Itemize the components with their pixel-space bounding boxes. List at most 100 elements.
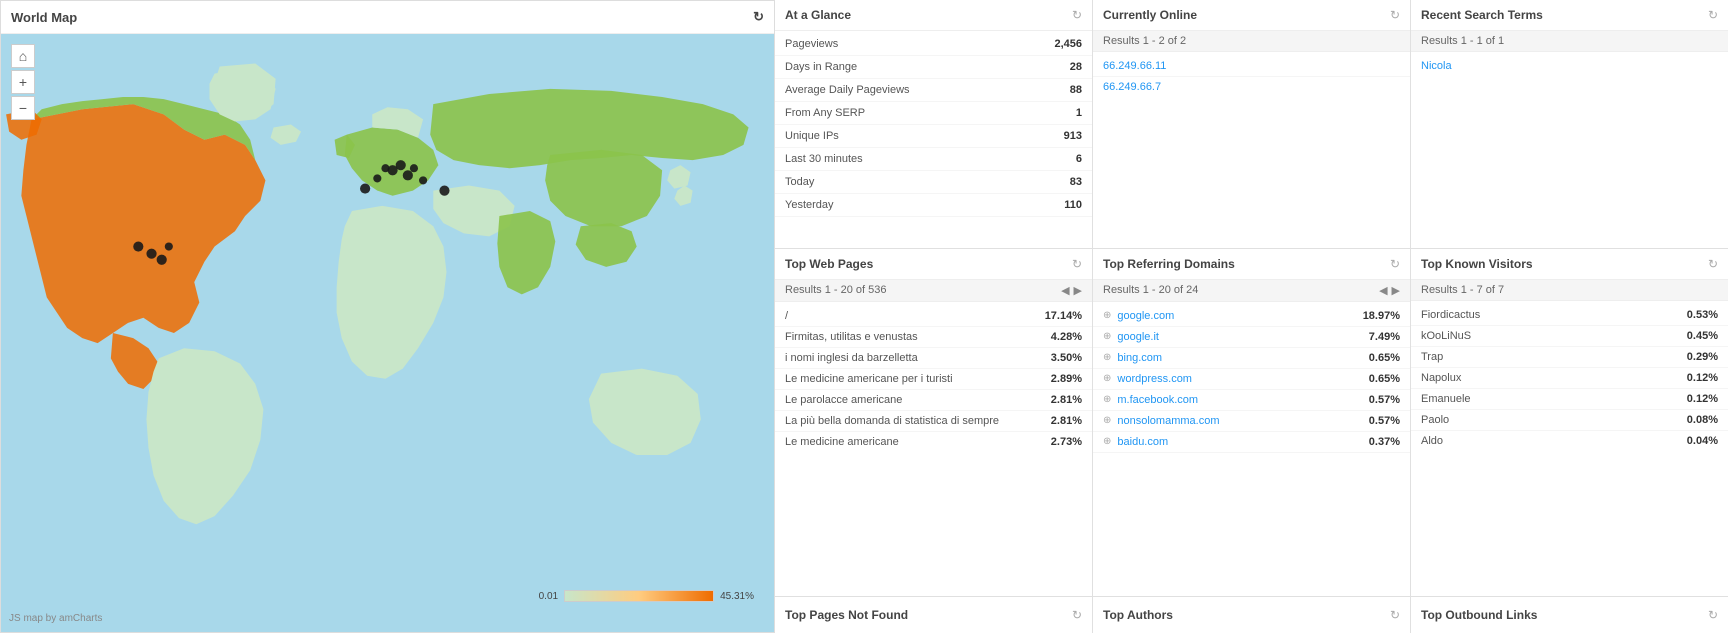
visitor-value: 0.29%: [1678, 351, 1718, 363]
domain-link[interactable]: bing.com: [1117, 352, 1349, 364]
page-link[interactable]: Le medicine americane: [785, 436, 1042, 448]
domain-icon: ⊕: [1103, 415, 1111, 426]
visitor-dot: [165, 242, 173, 250]
top-referring-domains-results-label: Results 1 - 20 of 24: [1103, 284, 1198, 296]
top-known-visitors-header: Top Known Visitors ↻: [1411, 249, 1728, 280]
domain-link[interactable]: google.com: [1117, 310, 1349, 322]
at-a-glance-refresh[interactable]: ↻: [1072, 8, 1082, 22]
domain-icon: ⊕: [1103, 352, 1111, 363]
top-web-pages-header: Top Web Pages ↻: [775, 249, 1092, 280]
page-value: 2.81%: [1042, 415, 1082, 427]
domain-row: ⊕ wordpress.com 0.65%: [1093, 369, 1410, 390]
visitor-row: Napolux 0.12%: [1411, 368, 1728, 389]
top-referring-domains-nav: ◀ ▶: [1379, 284, 1400, 297]
visitor-value: 0.04%: [1678, 435, 1718, 447]
visitor-link[interactable]: Napolux: [1421, 372, 1678, 384]
page-row: i nomi inglesi da barzelletta 3.50%: [775, 348, 1092, 369]
recent-search-terms-results-bar: Results 1 - 1 of 1: [1411, 31, 1728, 52]
domain-link[interactable]: wordpress.com: [1117, 373, 1349, 385]
map-legend-min: 0.01: [539, 591, 558, 602]
visitor-link[interactable]: Fiordicactus: [1421, 309, 1678, 321]
domain-row: ⊕ google.it 7.49%: [1093, 327, 1410, 348]
at-a-glance-title: At a Glance: [785, 8, 851, 22]
currently-online-content: 66.249.66.11 66.249.66.7: [1093, 52, 1410, 248]
page-row: / 17.14%: [775, 306, 1092, 327]
domain-row: ⊕ nonsolomamma.com 0.57%: [1093, 411, 1410, 432]
visitor-link[interactable]: Paolo: [1421, 414, 1678, 426]
page-value: 3.50%: [1042, 352, 1082, 364]
visitor-value: 0.08%: [1678, 414, 1718, 426]
visitor-dot: [146, 249, 156, 259]
top-referring-domains-refresh[interactable]: ↻: [1390, 257, 1400, 271]
top-known-visitors-refresh[interactable]: ↻: [1708, 257, 1718, 271]
top-authors-panel: Top Authors ↻: [1093, 597, 1410, 633]
domain-icon: ⊕: [1103, 394, 1111, 405]
visitor-row: kOoLiNuS 0.45%: [1411, 326, 1728, 347]
visitor-dot: [419, 176, 427, 184]
top-referring-domains-next[interactable]: ▶: [1392, 284, 1400, 297]
page-value: 2.89%: [1042, 373, 1082, 385]
domain-icon: ⊕: [1103, 373, 1111, 384]
top-web-pages-next[interactable]: ▶: [1074, 284, 1082, 297]
visitor-row: Aldo 0.04%: [1411, 431, 1728, 451]
recent-search-terms-refresh[interactable]: ↻: [1708, 8, 1718, 22]
at-a-glance-content: Pageviews 2,456 Days in Range 28 Average…: [775, 31, 1092, 248]
domain-row: ⊕ bing.com 0.65%: [1093, 348, 1410, 369]
right-panel: At a Glance ↻ Pageviews 2,456 Days in Ra…: [775, 0, 1728, 633]
ip-link[interactable]: 66.249.66.11: [1103, 60, 1166, 72]
top-authors-title: Top Authors: [1103, 608, 1173, 622]
visitor-dot: [360, 183, 370, 193]
top-web-pages-content: / 17.14% Firmitas, utilitas e venustas 4…: [775, 302, 1092, 596]
page-link[interactable]: Le parolacce americane: [785, 394, 1042, 406]
top-referring-domains-results-bar: Results 1 - 20 of 24 ◀ ▶: [1093, 280, 1410, 302]
ip-row: 66.249.66.7: [1093, 77, 1410, 97]
domain-link[interactable]: baidu.com: [1117, 436, 1349, 448]
domain-link[interactable]: nonsolomamma.com: [1117, 415, 1349, 427]
map-zoom-out-button[interactable]: −: [11, 96, 35, 120]
page-link[interactable]: La più bella domanda di statistica di se…: [785, 415, 1042, 427]
visitor-link[interactable]: Trap: [1421, 351, 1678, 363]
top-referring-domains-prev[interactable]: ◀: [1379, 284, 1387, 297]
ip-link[interactable]: 66.249.66.7: [1103, 81, 1161, 93]
map-legend-bar: [564, 590, 714, 602]
visitor-value: 0.45%: [1678, 330, 1718, 342]
map-zoom-in-button[interactable]: +: [11, 70, 35, 94]
top-web-pages-panel: Top Web Pages ↻ Results 1 - 20 of 536 ◀ …: [775, 249, 1092, 596]
page-link[interactable]: /: [785, 310, 1042, 322]
map-refresh-icon[interactable]: ↻: [753, 9, 764, 25]
domain-link[interactable]: google.it: [1117, 331, 1349, 343]
visitor-link[interactable]: kOoLiNuS: [1421, 330, 1678, 342]
visitor-row: Emanuele 0.12%: [1411, 389, 1728, 410]
top-known-visitors-title: Top Known Visitors: [1421, 257, 1533, 271]
top-web-pages-refresh[interactable]: ↻: [1072, 257, 1082, 271]
domain-row: ⊕ m.facebook.com 0.57%: [1093, 390, 1410, 411]
page-link[interactable]: i nomi inglesi da barzelletta: [785, 352, 1042, 364]
top-web-pages-results-bar: Results 1 - 20 of 536 ◀ ▶: [775, 280, 1092, 302]
visitor-link[interactable]: Emanuele: [1421, 393, 1678, 405]
top-known-visitors-results-bar: Results 1 - 7 of 7: [1411, 280, 1728, 301]
top-authors-refresh[interactable]: ↻: [1390, 608, 1400, 622]
map-controls: ⌂ + −: [11, 44, 35, 120]
top-web-pages-nav: ◀ ▶: [1061, 284, 1082, 297]
top-known-visitors-content: Fiordicactus 0.53% kOoLiNuS 0.45% Trap 0…: [1411, 301, 1728, 596]
recent-search-terms-header: Recent Search Terms ↻: [1411, 0, 1728, 31]
visitor-dot: [133, 241, 143, 251]
top-web-pages-prev[interactable]: ◀: [1061, 284, 1069, 297]
at-a-glance-panel: At a Glance ↻ Pageviews 2,456 Days in Ra…: [775, 0, 1092, 248]
domain-icon: ⊕: [1103, 331, 1111, 342]
currently-online-refresh[interactable]: ↻: [1390, 8, 1400, 22]
page-row: Le parolacce americane 2.81%: [775, 390, 1092, 411]
visitor-link[interactable]: Aldo: [1421, 435, 1678, 447]
visitor-dot: [381, 164, 389, 172]
page-value: 4.28%: [1042, 331, 1082, 343]
page-value: 2.73%: [1042, 436, 1082, 448]
domain-link[interactable]: m.facebook.com: [1117, 394, 1349, 406]
top-outbound-links-refresh[interactable]: ↻: [1708, 608, 1718, 622]
page-link[interactable]: Le medicine americane per i turisti: [785, 373, 1042, 385]
map-title: World Map: [11, 10, 77, 25]
top-pages-not-found-refresh[interactable]: ↻: [1072, 608, 1082, 622]
map-home-button[interactable]: ⌂: [11, 44, 35, 68]
stat-row: Days in Range 28: [775, 56, 1092, 79]
search-term-link[interactable]: Nicola: [1421, 60, 1452, 72]
page-link[interactable]: Firmitas, utilitas e venustas: [785, 331, 1042, 343]
